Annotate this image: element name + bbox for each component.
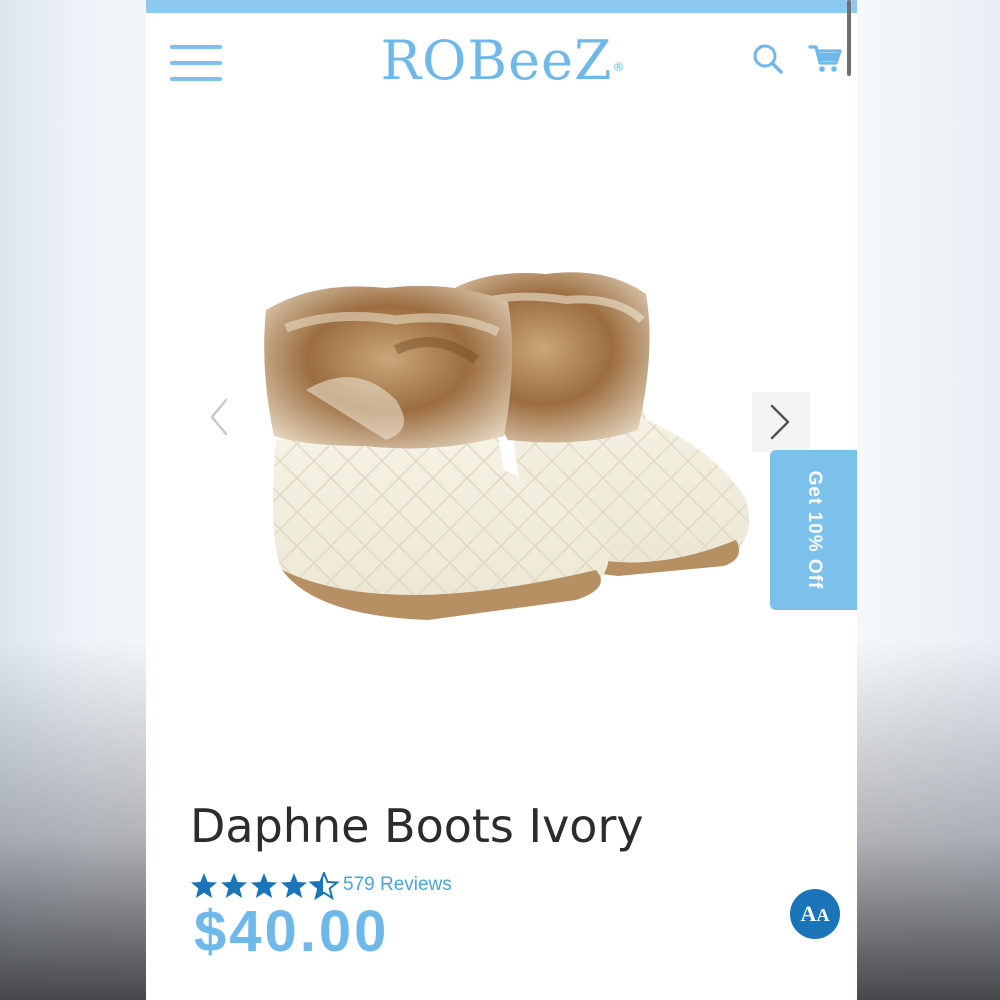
menu-button[interactable] bbox=[170, 41, 224, 85]
site-header: ROBeeZ® bbox=[146, 13, 857, 113]
get-discount-tab[interactable]: Get 10% Off bbox=[770, 450, 857, 610]
background-right-margin bbox=[857, 0, 1000, 1000]
brand-logo[interactable]: ROBeeZ® bbox=[368, 31, 638, 91]
accessibility-button[interactable]: AA bbox=[790, 889, 840, 939]
gallery-next-button[interactable] bbox=[752, 392, 810, 452]
star-half-icon bbox=[308, 872, 340, 900]
accessibility-text-size-icon: AA bbox=[800, 901, 830, 926]
search-icon bbox=[753, 44, 783, 74]
top-accent-bar bbox=[146, 0, 857, 13]
star-icon-4 bbox=[281, 873, 307, 898]
reviews-link[interactable]: 579 Reviews bbox=[343, 874, 452, 896]
chevron-left-icon bbox=[210, 398, 228, 436]
background-left-margin bbox=[0, 0, 146, 1000]
chevron-right-icon bbox=[770, 404, 790, 440]
cart-button[interactable] bbox=[807, 41, 843, 77]
brand-name: ROBeeZ bbox=[380, 29, 613, 92]
product-title: Daphne Boots Ivory bbox=[190, 799, 644, 853]
product-image[interactable] bbox=[246, 240, 766, 660]
star-icon-1 bbox=[191, 873, 217, 898]
gallery-prev-button[interactable] bbox=[202, 392, 236, 442]
star-icon-3 bbox=[251, 873, 277, 898]
shopping-cart-icon bbox=[808, 45, 842, 72]
product-price: $40.00 bbox=[194, 899, 390, 964]
discount-tab-label: Get 10% Off bbox=[804, 470, 825, 590]
rating-stars bbox=[191, 872, 340, 900]
registered-mark: ® bbox=[612, 60, 626, 74]
mobile-page: ROBeeZ® Get 10% Off Daphne Boots Ivory 5… bbox=[146, 0, 857, 1000]
star-icon-2 bbox=[221, 873, 247, 898]
search-button[interactable] bbox=[750, 41, 786, 77]
